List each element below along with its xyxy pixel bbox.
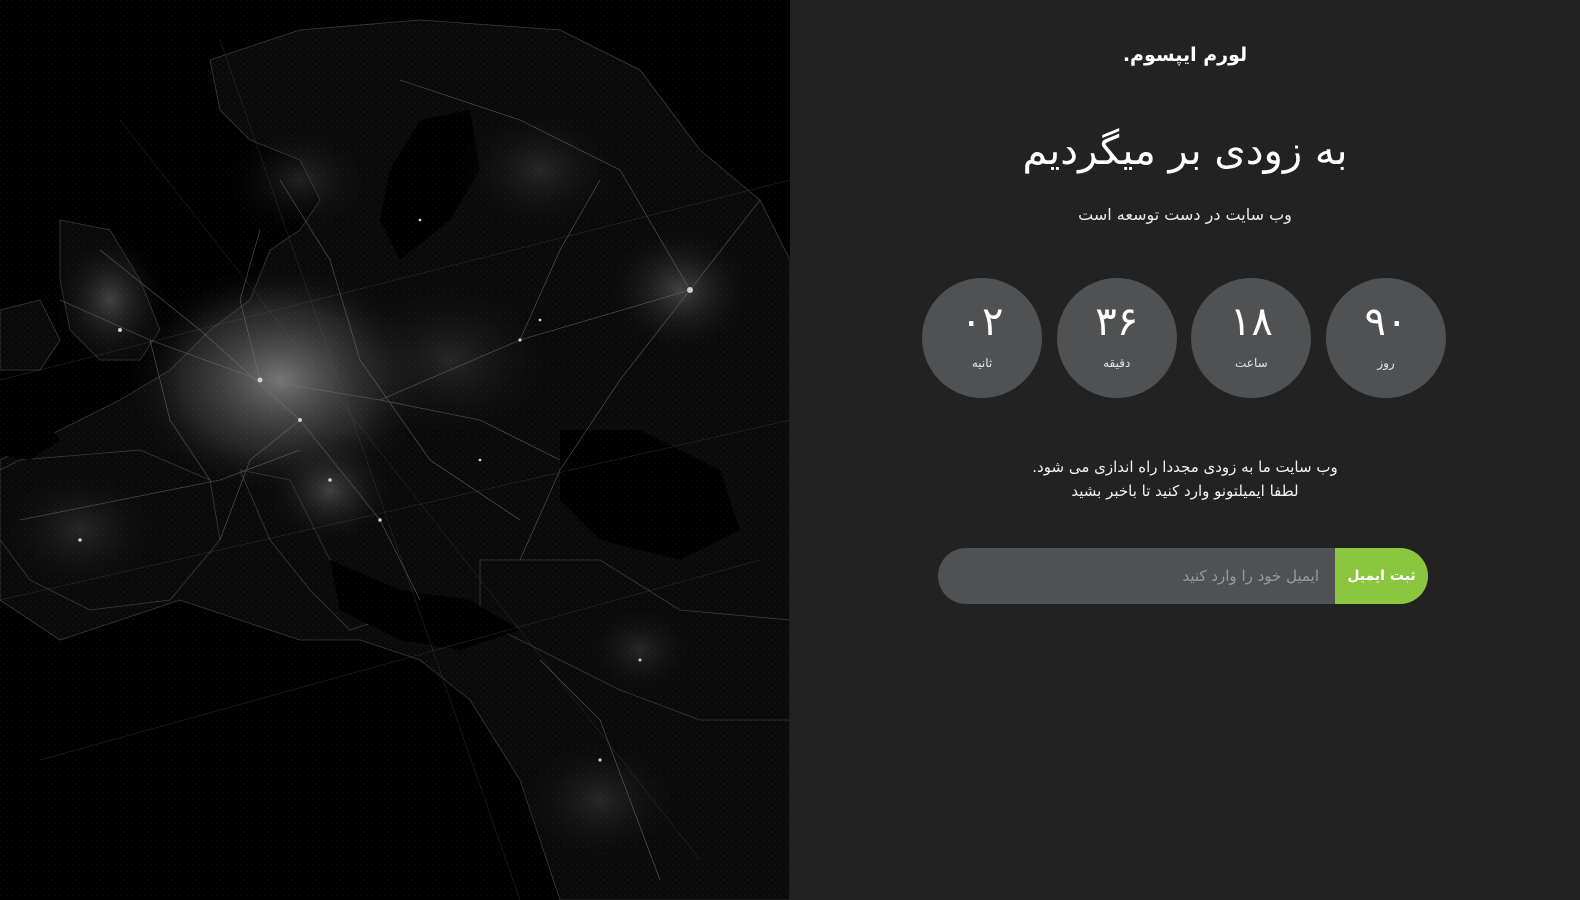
europe-night-map: [0, 0, 790, 900]
countdown-days-label: روز: [1377, 356, 1395, 370]
countdown-minutes-value: ۳۶: [1095, 299, 1139, 345]
countdown-seconds: ۰۲ ثانیه: [922, 278, 1043, 398]
countdown-timer: ۹۰ روز ۱۸ ساعت ۳۶ دقیقه ۰۲ ثانیه: [922, 278, 1446, 398]
countdown-minutes-label: دقیقه: [1103, 356, 1131, 370]
countdown-hours: ۱۸ ساعت: [1191, 278, 1312, 398]
submit-email-button[interactable]: ثبت ایمیل: [1335, 548, 1428, 604]
europe-night-map-image: [0, 0, 790, 900]
page-title: به زودی بر میگردیم: [1022, 128, 1348, 174]
countdown-hours-value: ۱۸: [1229, 299, 1273, 345]
countdown-seconds-value: ۰۲: [960, 299, 1004, 345]
email-input[interactable]: [938, 548, 1335, 604]
email-subscribe-form: ثبت ایمیل: [938, 548, 1428, 604]
brand-logo[interactable]: لورم ایپسوم.: [790, 44, 1580, 66]
countdown-minutes: ۳۶ دقیقه: [1056, 278, 1177, 398]
countdown-seconds-label: ثانیه: [971, 356, 993, 370]
launch-message-line-2: لطفا ایمیلتونو وارد کنید تا باخبر بشید: [1071, 482, 1299, 500]
coming-soon-page: لورم ایپسوم. به زودی بر میگردیم وب سایت …: [0, 0, 1580, 900]
countdown-days: ۹۰ روز: [1326, 278, 1446, 398]
content-panel: لورم ایپسوم. به زودی بر میگردیم وب سایت …: [790, 0, 1580, 900]
countdown-hours-label: ساعت: [1235, 356, 1268, 370]
launch-message: وب سایت ما به زودی مجددا راه اندازی می ش…: [790, 455, 1580, 503]
launch-message-line-1: وب سایت ما به زودی مجددا راه اندازی می ش…: [1032, 458, 1338, 476]
countdown-days-value: ۹۰: [1364, 299, 1408, 345]
page-subtitle: وب سایت در دست توسعه است: [1078, 205, 1292, 224]
